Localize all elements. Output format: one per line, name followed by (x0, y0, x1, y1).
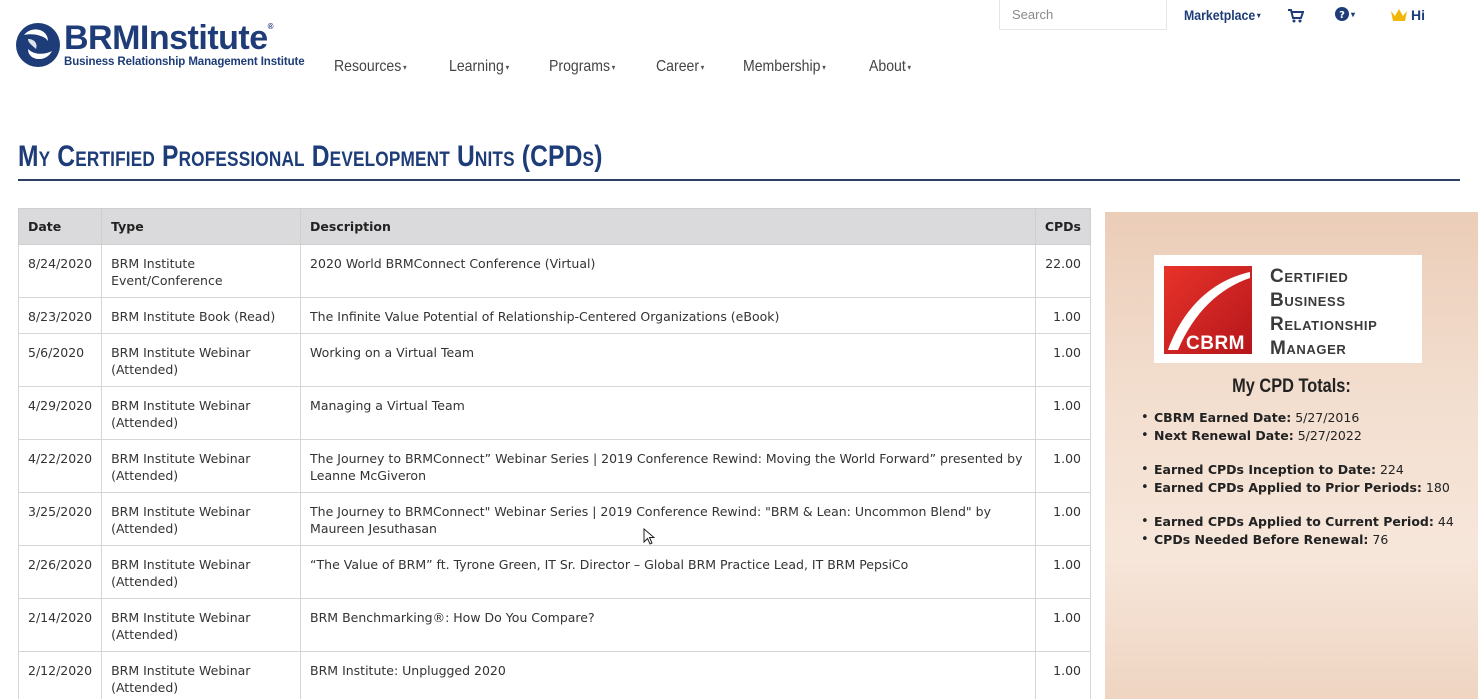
cell-date: 2/12/2020 (17, 651, 103, 699)
table-row: 3/25/2020 BRM Institute Webinar (Attende… (17, 492, 1092, 546)
table-row: 8/24/2020 BRM Institute Event/Conference… (17, 244, 1092, 298)
cell-description: “The Value of BRM” ft. Tyrone Green, IT … (300, 545, 1036, 599)
cell-type: BRM Institute Event/Conference (101, 244, 302, 298)
chevron-down-icon: ▾ (611, 62, 616, 72)
brm-knot-icon (16, 23, 60, 67)
table-row: 2/14/2020 BRM Institute Webinar (Attende… (17, 598, 1092, 652)
totals-item: Next Renewal Date: 5/27/2022 (1141, 427, 1454, 445)
nav-career[interactable]: Career ▾ (656, 58, 704, 76)
cell-description: Managing a Virtual Team (300, 386, 1036, 440)
totals-item: Earned CPDs Applied to Prior Periods: 18… (1141, 479, 1454, 497)
cell-cpds: 1.00 (1034, 333, 1092, 387)
cell-description: BRM Institute: Unplugged 2020 (300, 651, 1036, 699)
nav-about[interactable]: About ▾ (869, 58, 911, 76)
chevron-down-icon: ▾ (822, 62, 826, 72)
cell-cpds: 1.00 (1034, 598, 1092, 652)
cell-cpds: 1.00 (1034, 386, 1092, 440)
cell-date: 2/14/2020 (17, 598, 103, 652)
nav-membership[interactable]: Membership ▾ (743, 58, 826, 76)
cell-date: 4/22/2020 (17, 439, 103, 493)
cell-cpds: 1.00 (1034, 297, 1092, 334)
svg-text:?: ? (1339, 10, 1345, 21)
page-title: My Certified Professional Development Un… (18, 140, 603, 173)
logo-tagline: Business Relationship Management Institu… (64, 55, 305, 69)
help-menu[interactable]: ? ▾ (1335, 7, 1355, 21)
main-nav: Resources ▾ Learning ▾ Programs ▾ Career ▾ M… (334, 58, 949, 76)
column-header-date[interactable]: Date (17, 208, 103, 245)
cell-type: BRM Institute Webinar (Attended) (101, 545, 302, 599)
table-row: 2/12/2020 BRM Institute Webinar (Attende… (17, 651, 1092, 699)
logo-wordmark: BRMInstitute® (64, 19, 274, 58)
totals-title: My CPD Totals: (1232, 376, 1351, 397)
cpd-totals-panel: CBRM Certified Business Relationship Man… (1105, 212, 1478, 699)
cell-date: 8/23/2020 (17, 297, 103, 334)
cell-cpds: 22.00 (1034, 244, 1092, 298)
cbrm-badge: CBRM Certified Business Relationship Man… (1154, 255, 1422, 363)
user-menu[interactable]: Hi (1390, 7, 1425, 23)
cell-date: 2/26/2020 (17, 545, 103, 599)
table-row: 2/26/2020 BRM Institute Webinar (Attende… (17, 545, 1092, 599)
cell-type: BRM Institute Webinar (Attended) (101, 386, 302, 440)
cell-description: BRM Benchmarking®: How Do You Compare? (300, 598, 1036, 652)
nav-programs[interactable]: Programs ▾ (549, 58, 615, 76)
nav-resources[interactable]: Resources ▾ (334, 58, 407, 76)
crown-icon (1391, 9, 1407, 21)
cell-date: 3/25/2020 (17, 492, 103, 546)
totals-item: CPDs Needed Before Renewal: 76 (1141, 531, 1454, 549)
cell-cpds: 1.00 (1034, 651, 1092, 699)
chevron-down-icon: ▾ (907, 62, 912, 72)
cpd-table: Date Type Description CPDs 8/24/2020 BRM… (17, 208, 1092, 699)
cell-cpds: 1.00 (1034, 492, 1092, 546)
badge-mark-text: CBRM (1186, 333, 1245, 354)
cell-cpds: 1.00 (1034, 439, 1092, 493)
cell-type: BRM Institute Webinar (Attended) (101, 492, 302, 546)
chevron-down-icon: ▾ (403, 62, 407, 72)
cart-button[interactable] (1288, 9, 1304, 23)
title-divider (18, 179, 1460, 181)
marketplace-menu[interactable]: Marketplace ▾ (1184, 7, 1261, 23)
totals-item: CBRM Earned Date: 5/27/2016 (1141, 409, 1454, 427)
cbrm-badge-mark: CBRM (1164, 266, 1252, 354)
table-header-row: Date Type Description CPDs (17, 208, 1092, 245)
cell-type: BRM Institute Webinar (Attended) (101, 333, 302, 387)
table-row: 8/23/2020 BRM Institute Book (Read) The … (17, 297, 1092, 334)
chevron-down-icon: ▾ (505, 62, 509, 72)
question-circle-icon: ? (1335, 7, 1349, 21)
greeting-text: Hi (1411, 7, 1425, 23)
cell-type: BRM Institute Webinar (Attended) (101, 598, 302, 652)
column-header-type[interactable]: Type (101, 208, 302, 245)
search-input[interactable] (999, 0, 1167, 30)
cell-date: 4/29/2020 (17, 386, 103, 440)
chevron-down-icon: ▾ (1256, 10, 1261, 20)
cell-description: The Journey to BRMConnect” Webinar Serie… (300, 439, 1036, 493)
cell-description: 2020 World BRMConnect Conference (Virtua… (300, 244, 1036, 298)
chevron-down-icon: ▾ (700, 62, 705, 72)
badge-words: Certified Business Relationship Manager (1270, 266, 1378, 359)
cell-date: 5/6/2020 (17, 333, 103, 387)
table-row: 4/22/2020 BRM Institute Webinar (Attende… (17, 439, 1092, 493)
cell-description: Working on a Virtual Team (300, 333, 1036, 387)
cell-type: BRM Institute Book (Read) (101, 297, 302, 334)
cell-description: The Infinite Value Potential of Relation… (300, 297, 1036, 334)
table-row: 5/6/2020 BRM Institute Webinar (Attended… (17, 333, 1092, 387)
totals-item: Earned CPDs Inception to Date: 224 (1141, 461, 1454, 479)
totals-item: Earned CPDs Applied to Current Period: 4… (1141, 513, 1454, 531)
cell-cpds: 1.00 (1034, 545, 1092, 599)
cell-description: The Journey to BRMConnect" Webinar Serie… (300, 492, 1036, 546)
cell-type: BRM Institute Webinar (Attended) (101, 651, 302, 699)
nav-learning[interactable]: Learning ▾ (449, 58, 509, 76)
cell-date: 8/24/2020 (17, 244, 103, 298)
totals-list: CBRM Earned Date: 5/27/2016 Next Renewal… (1141, 409, 1454, 549)
column-header-description[interactable]: Description (300, 208, 1036, 245)
chevron-down-icon: ▾ (1351, 9, 1356, 19)
column-header-cpds[interactable]: CPDs (1034, 208, 1092, 245)
cart-icon (1288, 9, 1304, 23)
cell-type: BRM Institute Webinar (Attended) (101, 439, 302, 493)
table-row: 4/29/2020 BRM Institute Webinar (Attende… (17, 386, 1092, 440)
mouse-pointer-icon (643, 528, 655, 545)
brm-institute-logo[interactable]: BRMInstitute® Business Relationship Mana… (14, 20, 305, 70)
